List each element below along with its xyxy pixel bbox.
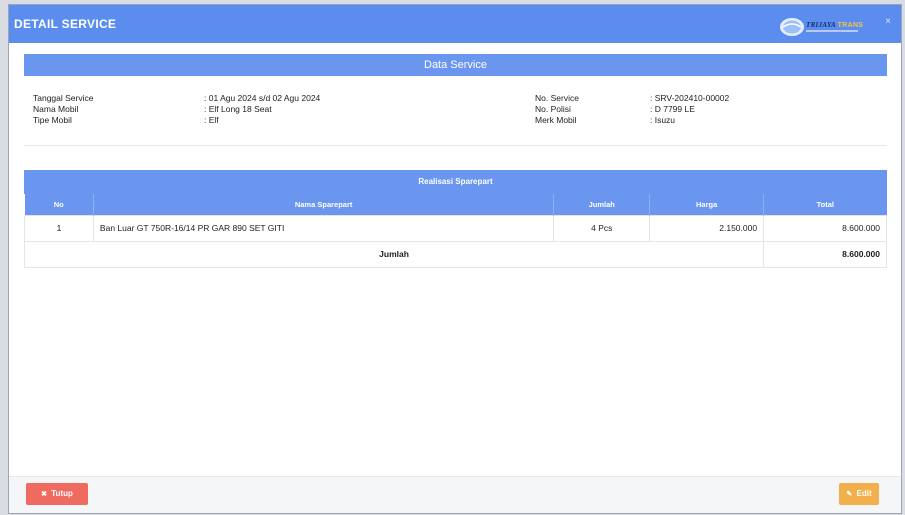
value-merk-mobil: : Isuzu	[650, 115, 676, 125]
value-no-service: : SRV-202410-00002	[650, 93, 730, 103]
sparepart-table: No Nama Sparepart Jumlah Harga Total 1 B…	[23, 194, 887, 268]
edit-button[interactable]: ✎ Edit	[839, 483, 879, 505]
modal-title: DETAIL SERVICE	[14, 17, 117, 31]
brand-name-text: TRIJAYA	[806, 21, 836, 29]
brand-tagline-line	[806, 30, 858, 32]
section-divider	[24, 145, 887, 146]
data-service-heading: Data Service	[24, 54, 887, 76]
label-merk-mobil: Merk Mobil	[535, 115, 577, 125]
column-header-no: No	[24, 194, 94, 215]
column-header-harga: Harga	[649, 194, 764, 215]
label-tipe-mobil: Tipe Mobil	[33, 115, 72, 125]
table-row: 1 Ban Luar GT 750R-16/14 PR GAR 890 SET …	[24, 214, 887, 242]
column-header-jumlah: Jumlah	[553, 194, 650, 215]
value-no-polisi: : D 7799 LE	[650, 104, 695, 114]
label-tanggal-service: Tanggal Service	[33, 93, 94, 103]
close-icon[interactable]: ×	[885, 17, 891, 27]
column-header-nama-sparepart: Nama Sparepart	[92, 194, 554, 215]
table-header-row: No Nama Sparepart Jumlah Harga Total	[24, 194, 887, 215]
edit-icon: ✎	[846, 491, 853, 498]
cell-total: 8.600.000	[763, 214, 887, 242]
brand-logo-area: TRIJAYA TRANS ×	[779, 12, 891, 40]
value-tanggal-service: : 01 Agu 2024 s/d 02 Agu 2024	[204, 93, 321, 103]
value-nama-mobil: : Elf Long 18 Seat	[204, 104, 272, 114]
value-tipe-mobil: : Elf	[204, 115, 219, 125]
table-summary-row: Jumlah 8.600.000	[23, 240, 887, 268]
cell-jumlah: 4 Pcs	[553, 214, 651, 242]
brand-sub-text: TRANS	[837, 22, 864, 29]
cell-no: 1	[24, 214, 94, 242]
edit-button-label: Edit	[856, 489, 872, 498]
modal-footer: ✖ Tutup ✎ Edit	[9, 476, 901, 513]
label-no-polisi: No. Polisi	[535, 104, 571, 114]
label-no-service: No. Service	[535, 93, 579, 103]
close-button[interactable]: ✖ Tutup	[26, 483, 88, 505]
detail-service-modal: DETAIL SERVICE TRIJAYA TRANS × Data Serv…	[8, 4, 902, 514]
brand-name: TRIJAYA TRANS	[806, 21, 863, 29]
column-header-total: Total	[763, 194, 887, 215]
summary-label: Jumlah	[23, 240, 765, 268]
label-nama-mobil: Nama Mobil	[33, 104, 79, 114]
realisasi-sparepart-heading: Realisasi Sparepart	[24, 170, 887, 194]
cell-nama-sparepart: Ban Luar GT 750R-16/14 PR GAR 890 SET GI…	[92, 214, 555, 242]
brand-globe-icon	[780, 18, 804, 36]
close-button-label: Tutup	[51, 489, 73, 498]
summary-total: 8.600.000	[763, 240, 887, 268]
close-icon: ✖	[41, 491, 47, 498]
cell-harga: 2.150.000	[649, 214, 765, 242]
modal-header: DETAIL SERVICE TRIJAYA TRANS ×	[9, 5, 901, 43]
